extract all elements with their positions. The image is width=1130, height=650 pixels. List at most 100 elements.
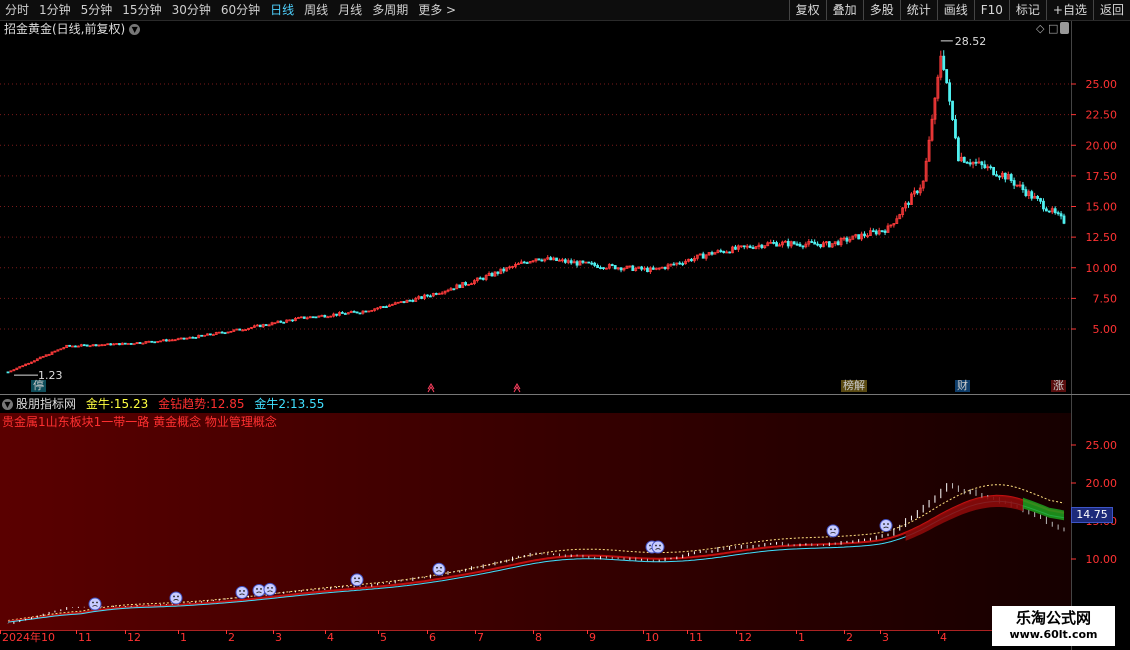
tab-daily[interactable]: 日线 bbox=[265, 0, 299, 20]
time-axis-tick bbox=[844, 630, 845, 634]
candle-body bbox=[220, 331, 224, 334]
smiley-eye bbox=[267, 586, 269, 589]
candle-body bbox=[352, 310, 356, 313]
candle-body bbox=[760, 244, 764, 248]
tab-60min[interactable]: 60分钟 bbox=[216, 0, 265, 20]
add-watchlist-button[interactable]: +自选 bbox=[1045, 0, 1093, 20]
time-axis-label: 3 bbox=[275, 631, 282, 644]
multi-stock-button[interactable]: 多股 bbox=[862, 0, 900, 20]
candle-body bbox=[203, 334, 206, 337]
candle-body bbox=[1059, 213, 1063, 217]
candle-body bbox=[1036, 196, 1039, 199]
event-tag-limitup[interactable]: 涨 bbox=[1051, 380, 1066, 392]
panel-divider[interactable] bbox=[0, 394, 1130, 395]
tab-30min[interactable]: 30分钟 bbox=[167, 0, 216, 20]
smiley-signal-icon bbox=[879, 519, 893, 533]
candle-body bbox=[813, 241, 817, 245]
event-tag-finance[interactable]: 财 bbox=[955, 380, 970, 392]
smiley-signal-icon bbox=[169, 591, 183, 605]
time-axis-label: 11 bbox=[78, 631, 92, 644]
time-axis-label: 12 bbox=[738, 631, 752, 644]
tab-5min[interactable]: 5分钟 bbox=[76, 0, 118, 20]
time-axis-label: 9 bbox=[589, 631, 596, 644]
candle-body bbox=[335, 313, 338, 316]
candle-body bbox=[907, 202, 910, 205]
smiley-signal-icon bbox=[235, 585, 249, 599]
candle-body bbox=[710, 252, 714, 255]
tab-weekly[interactable]: 周线 bbox=[299, 0, 333, 20]
f10-button[interactable]: F10 bbox=[973, 0, 1009, 20]
tab-1min[interactable]: 1分钟 bbox=[34, 0, 76, 20]
smiley-face bbox=[252, 583, 266, 597]
tab-15min[interactable]: 15分钟 bbox=[117, 0, 166, 20]
candle-body bbox=[282, 321, 286, 324]
smiley-eye bbox=[271, 586, 273, 589]
time-axis-tick bbox=[378, 630, 379, 634]
candle-body bbox=[995, 174, 998, 177]
y-tick-label: 5.00 bbox=[1093, 323, 1118, 336]
candle-body bbox=[602, 267, 605, 270]
candle-body bbox=[742, 245, 746, 248]
mark-button[interactable]: 标记 bbox=[1008, 0, 1046, 20]
statistics-button[interactable]: 统计 bbox=[899, 0, 937, 20]
tab-multi-period[interactable]: 多周期 bbox=[367, 0, 413, 20]
tab-more[interactable]: 更多 > bbox=[413, 0, 461, 20]
candle-body bbox=[728, 251, 731, 254]
time-axis-label: 2 bbox=[846, 631, 853, 644]
back-button[interactable]: 返回 bbox=[1092, 0, 1130, 20]
smiley-eye bbox=[830, 528, 832, 531]
candle-body bbox=[408, 299, 412, 302]
candle-body bbox=[1012, 180, 1016, 186]
candle-body bbox=[115, 343, 118, 345]
field-jinniu2-label: 金牛2: bbox=[254, 397, 290, 411]
candle-body bbox=[141, 342, 145, 345]
candle-body bbox=[681, 263, 685, 265]
candle-body bbox=[590, 262, 594, 265]
candle-body bbox=[1047, 210, 1051, 213]
candle-body bbox=[748, 245, 752, 248]
event-tag-unlock[interactable]: 榜解 bbox=[841, 380, 867, 392]
restore-rights-button[interactable]: 复权 bbox=[788, 0, 826, 20]
indicator-chart[interactable]: 25.0020.0015.0010.00 bbox=[0, 413, 1130, 630]
time-axis-tick bbox=[0, 630, 1, 634]
smiley-face bbox=[169, 591, 183, 605]
time-axis-tick bbox=[643, 630, 644, 634]
time-axis-label: 12 bbox=[127, 631, 141, 644]
draw-line-button[interactable]: 画线 bbox=[936, 0, 974, 20]
y-tick-label: 25.00 bbox=[1086, 78, 1118, 91]
y-tick-label: 22.50 bbox=[1086, 109, 1118, 122]
time-axis-label: 3 bbox=[882, 631, 889, 644]
candle-body bbox=[420, 296, 424, 299]
high-price-label: 28.52 bbox=[955, 35, 987, 48]
smiley-eye bbox=[239, 590, 241, 592]
tab-monthly[interactable]: 月线 bbox=[333, 0, 367, 20]
candle-body bbox=[1003, 172, 1007, 180]
candle-body bbox=[94, 344, 98, 347]
arrow-up-icon bbox=[513, 383, 521, 393]
candle-body bbox=[678, 262, 682, 265]
candle-body bbox=[734, 246, 737, 250]
candle-body bbox=[915, 190, 919, 194]
indicator-menu-icon[interactable]: ▼ bbox=[2, 399, 13, 410]
smiley-face bbox=[651, 540, 665, 554]
candle-body bbox=[792, 241, 796, 245]
candle-body bbox=[1009, 174, 1013, 181]
tab-timeshare[interactable]: 分时 bbox=[0, 0, 34, 20]
candle-body bbox=[945, 69, 949, 84]
event-tag-halt[interactable]: 停 bbox=[31, 380, 46, 392]
candle-body bbox=[71, 345, 74, 348]
candle-body bbox=[326, 316, 330, 319]
smiley-eye bbox=[260, 588, 262, 590]
overlay-button[interactable]: 叠加 bbox=[825, 0, 863, 20]
candle-body bbox=[974, 161, 978, 164]
candle-body bbox=[1024, 189, 1028, 196]
candle-body bbox=[619, 267, 623, 271]
period-tabs: 分时 1分钟 5分钟 15分钟 30分钟 60分钟 日线 周线 月线 多周期 更… bbox=[0, 0, 461, 20]
candle-body bbox=[819, 244, 822, 248]
time-axis-label: 7 bbox=[477, 631, 484, 644]
smiley-eye bbox=[243, 590, 245, 592]
candle-body bbox=[775, 242, 778, 247]
smiley-eye bbox=[96, 601, 98, 604]
candle-body bbox=[238, 328, 242, 331]
main-candlestick-chart[interactable]: 25.00 22.50 20.00 17.50 15.00 12.50 10.00 7.50 5… bbox=[0, 21, 1130, 394]
